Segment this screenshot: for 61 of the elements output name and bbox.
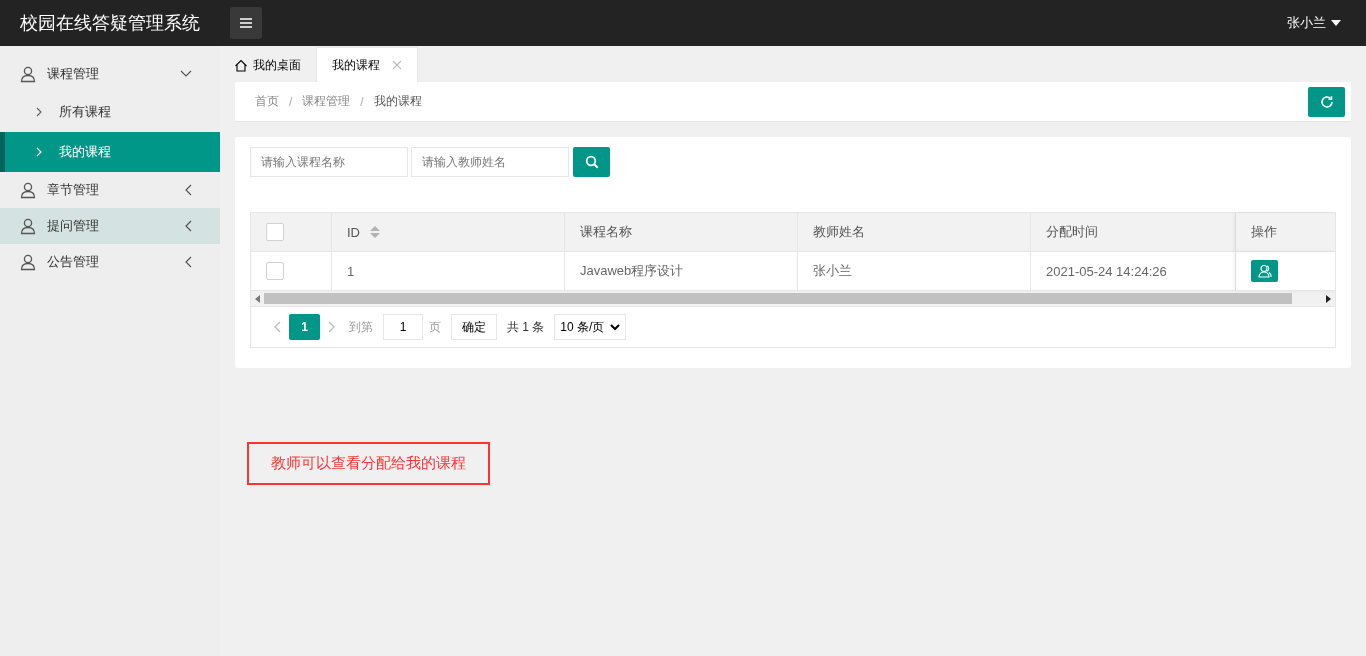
menu-button[interactable] bbox=[230, 7, 262, 39]
search-field[interactable]: 请输入教师姓名 bbox=[411, 147, 569, 177]
scroll-right-icon bbox=[1326, 294, 1331, 303]
page-button[interactable]: 1 bbox=[289, 314, 320, 340]
page-label: 页 bbox=[429, 318, 441, 336]
sidebar-subitem[interactable]: 所有课程 bbox=[0, 92, 220, 132]
column-header[interactable]: 分配时间 bbox=[1046, 223, 1098, 241]
confirm-button[interactable]: 确定 bbox=[451, 314, 497, 340]
horizontal-scrollbar[interactable] bbox=[251, 291, 1335, 307]
checkbox[interactable] bbox=[266, 223, 284, 241]
table-cell: Javaweb程序设计 bbox=[580, 262, 684, 280]
previous-page-icon bbox=[274, 321, 281, 333]
search-button[interactable] bbox=[573, 147, 610, 177]
breadcrumb-link[interactable]: 我的课程 bbox=[373, 93, 422, 110]
sidebar-item[interactable]: 章节管理 bbox=[0, 172, 220, 208]
home-icon bbox=[234, 58, 248, 72]
app-title: 校园在线答疑管理系统 bbox=[19, 12, 201, 35]
caret-icon bbox=[1331, 20, 1341, 26]
breadcrumb-separator: / bbox=[360, 94, 364, 109]
table-cell: 2021-05-24 14:24:26 bbox=[1046, 263, 1167, 279]
person-icon bbox=[20, 181, 36, 199]
column-header[interactable]: 课程名称 bbox=[580, 223, 632, 241]
person-icon bbox=[20, 217, 36, 235]
users-icon bbox=[1257, 264, 1272, 278]
page-size-select[interactable]: 10 条/页 bbox=[554, 314, 627, 340]
tab[interactable]: 我的桌面 bbox=[220, 48, 316, 82]
close-icon bbox=[392, 60, 402, 70]
column-header[interactable]: 操作 bbox=[1251, 223, 1277, 241]
sidebar-subitem[interactable]: 我的课程 bbox=[0, 132, 220, 172]
breadcrumb-link[interactable]: 课程管理 bbox=[302, 93, 351, 110]
refresh-icon bbox=[1319, 94, 1334, 109]
person-icon bbox=[20, 65, 36, 83]
goto-label: 到第 bbox=[349, 318, 373, 336]
next-page-icon bbox=[328, 321, 335, 333]
table-cell: 1 bbox=[347, 263, 355, 279]
search-field[interactable]: 请输入课程名称 bbox=[250, 147, 408, 177]
user-name: 张小兰 bbox=[1287, 14, 1326, 32]
column-header[interactable]: 教师姓名 bbox=[813, 223, 865, 241]
menu-icon bbox=[239, 17, 253, 29]
breadcrumb-separator: / bbox=[289, 94, 293, 109]
tab[interactable]: 我的课程 bbox=[316, 47, 418, 82]
user-menu[interactable]: 张小兰 bbox=[1287, 14, 1341, 32]
checkbox[interactable] bbox=[266, 262, 284, 280]
view-button[interactable] bbox=[1251, 260, 1278, 282]
annotation-note: 教师可以查看分配给我的课程 bbox=[247, 442, 490, 485]
breadcrumb-link[interactable]: 首页 bbox=[255, 93, 279, 110]
page-input[interactable]: 1 bbox=[383, 314, 423, 340]
column-header[interactable]: ID bbox=[347, 224, 360, 240]
sidebar-item[interactable]: 课程管理 bbox=[0, 56, 220, 92]
refresh-button[interactable] bbox=[1308, 86, 1345, 117]
table-cell: 张小兰 bbox=[813, 262, 852, 280]
sidebar-item[interactable]: 提问管理 bbox=[0, 208, 220, 244]
chevron-right-icon bbox=[36, 107, 42, 117]
sort-icon bbox=[370, 225, 380, 239]
person-icon bbox=[20, 253, 36, 271]
scroll-left-icon bbox=[255, 294, 260, 303]
total-count: 共 1 条 bbox=[507, 318, 545, 336]
sidebar-item[interactable]: 公告管理 bbox=[0, 244, 220, 280]
chevron-down-icon bbox=[610, 323, 621, 331]
chevron-right-icon bbox=[36, 147, 42, 157]
search-icon bbox=[584, 155, 599, 169]
